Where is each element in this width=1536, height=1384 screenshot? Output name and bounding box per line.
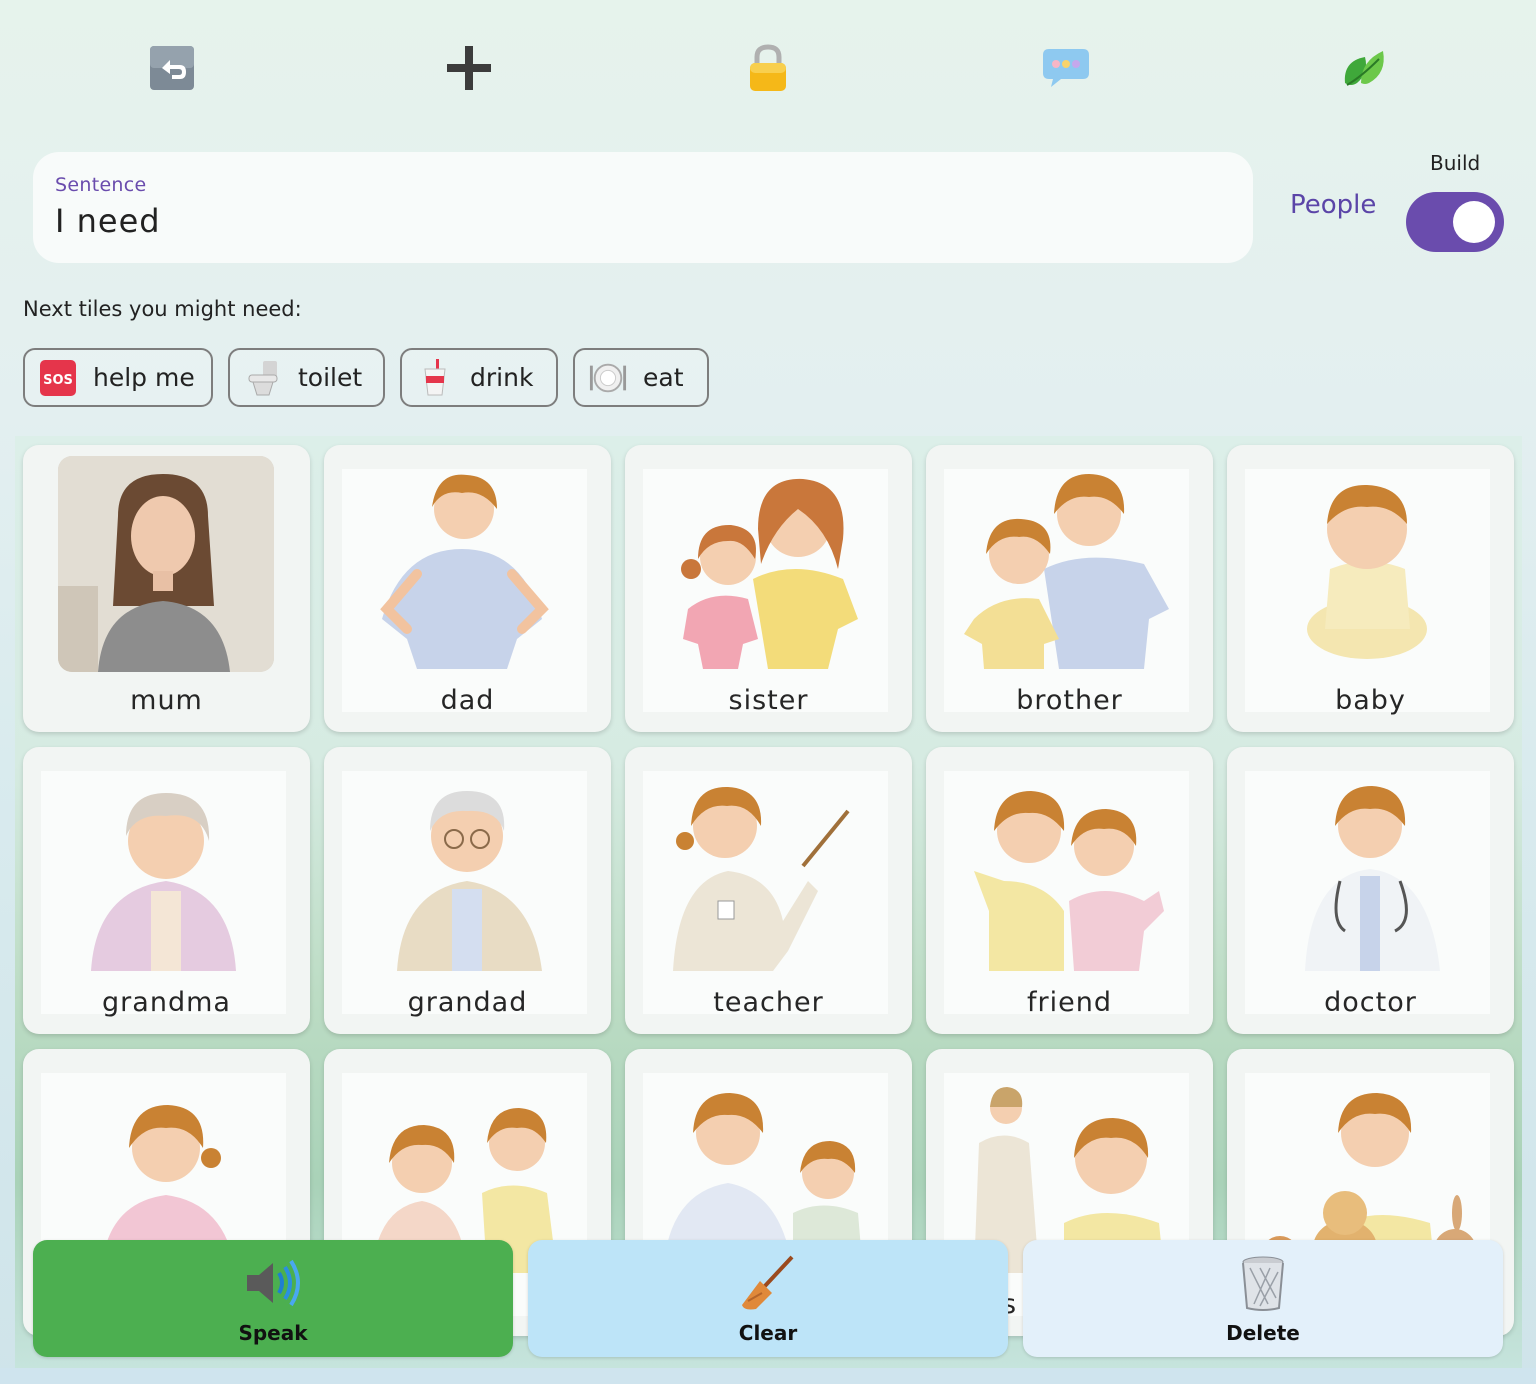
broom-icon <box>738 1253 798 1313</box>
chip-label: toilet <box>298 363 363 392</box>
sentence-label: Sentence <box>55 174 147 196</box>
add-icon <box>447 46 491 90</box>
tile-grid: mum dad sister brother baby grandma gran… <box>15 436 1522 1370</box>
delete-button[interactable]: Delete <box>1023 1240 1503 1357</box>
teacher-illustration <box>673 786 850 971</box>
tile-label: sister <box>728 685 809 716</box>
trash-icon <box>1233 1253 1293 1313</box>
mum-photo <box>58 456 274 672</box>
tile-image <box>1245 469 1490 712</box>
dad-illustration <box>380 474 549 669</box>
lock-icon <box>750 44 786 91</box>
sister-illustration <box>681 478 858 669</box>
delete-label: Delete <box>1226 1321 1300 1345</box>
baby-illustration <box>1307 484 1427 659</box>
tile-label: brother <box>1016 685 1123 716</box>
tile-image <box>944 771 1189 1014</box>
speaker-icon <box>243 1253 303 1313</box>
chip-eat[interactable]: eat <box>573 348 709 407</box>
clear-button[interactable]: Clear <box>528 1240 1008 1357</box>
leaf-icon <box>1344 51 1384 86</box>
chip-label: help me <box>93 363 195 392</box>
build-toggle[interactable] <box>1406 192 1504 252</box>
chat-button[interactable] <box>1036 38 1096 98</box>
sentence-field[interactable]: Sentence I need <box>33 152 1253 263</box>
build-label: Build <box>1430 151 1481 175</box>
tile-label: dad <box>440 685 495 716</box>
tile-label: friend <box>1027 987 1112 1018</box>
chip-help-me[interactable]: SOS help me <box>23 348 213 407</box>
speak-button[interactable]: Speak <box>33 1240 513 1357</box>
chat-icon <box>1043 49 1089 87</box>
tile-friend[interactable]: friend <box>926 747 1213 1034</box>
chip-label: eat <box>643 363 684 392</box>
tile-grandma[interactable]: grandma <box>23 747 310 1034</box>
tile-label: teacher <box>713 987 824 1018</box>
tile-image <box>58 456 274 672</box>
svg-text:SOS: SOS <box>43 373 73 388</box>
tile-label: baby <box>1335 685 1406 716</box>
tile-label: grandma <box>102 987 231 1018</box>
category-label[interactable]: People <box>1290 190 1376 220</box>
suggestions-title: Next tiles you might need: <box>23 297 302 321</box>
brother-illustration <box>964 474 1169 669</box>
undo-icon <box>150 46 194 90</box>
toggle-knob <box>1453 201 1495 243</box>
tile-image <box>1245 771 1490 1014</box>
tile-image <box>41 771 286 1014</box>
top-toolbar <box>0 0 1536 130</box>
chip-drink[interactable]: drink <box>400 348 558 407</box>
grandad-illustration <box>397 791 542 971</box>
tile-dad[interactable]: dad <box>324 445 611 732</box>
sos-icon: SOS <box>39 359 77 397</box>
tile-image <box>944 469 1189 712</box>
bottom-edge <box>0 1368 1536 1384</box>
lock-button[interactable] <box>738 38 798 98</box>
tile-image <box>342 771 587 1014</box>
chip-label: drink <box>470 363 534 392</box>
tile-mum[interactable]: mum <box>23 445 310 732</box>
cup-icon <box>416 358 454 397</box>
tile-brother[interactable]: brother <box>926 445 1213 732</box>
leaf-button[interactable] <box>1334 38 1394 98</box>
toilet-icon <box>244 359 282 397</box>
doctor-illustration <box>1305 786 1440 971</box>
chip-toilet[interactable]: toilet <box>228 348 385 407</box>
tile-baby[interactable]: baby <box>1227 445 1514 732</box>
tile-image <box>342 469 587 712</box>
speak-label: Speak <box>238 1321 308 1345</box>
plate-icon <box>589 359 627 397</box>
tile-teacher[interactable]: teacher <box>625 747 912 1034</box>
tile-sister[interactable]: sister <box>625 445 912 732</box>
tile-label: doctor <box>1324 987 1417 1018</box>
tile-image <box>643 469 888 712</box>
sentence-text: I need <box>55 202 161 240</box>
grandma-illustration <box>91 793 236 971</box>
tile-label: mum <box>130 685 203 716</box>
tile-doctor[interactable]: doctor <box>1227 747 1514 1034</box>
add-button[interactable] <box>439 38 499 98</box>
friend-illustration <box>974 791 1164 971</box>
undo-button[interactable] <box>142 38 202 98</box>
tile-label: grandad <box>407 987 528 1018</box>
clear-label: Clear <box>738 1321 798 1345</box>
tile-grandad[interactable]: grandad <box>324 747 611 1034</box>
tile-image <box>643 771 888 1014</box>
